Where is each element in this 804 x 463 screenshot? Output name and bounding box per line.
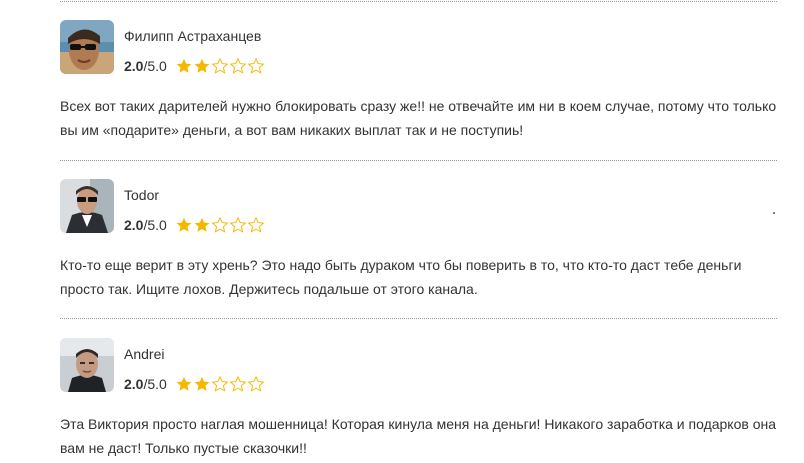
rating-score: 2.0 (124, 217, 144, 233)
rating-score: 2.0 (124, 376, 144, 392)
star-empty-icon (247, 57, 265, 74)
review-item: Todor 2.0 /5.0 Кто-то еще верит в эту хр… (60, 179, 790, 304)
review-rating: 2.0 /5.0 (124, 374, 265, 394)
avatar[interactable] (60, 338, 114, 392)
star-filled-icon (176, 217, 192, 232)
star-empty-icon (229, 216, 247, 233)
rating-max: /5.0 (143, 376, 167, 392)
review-item: Andrei 2.0 /5.0 Эта Виктория просто нагл… (60, 338, 790, 463)
review-rating: 2.0 /5.0 (124, 215, 265, 235)
review-item: Филипп Астраханцев 2.0 /5.0 Всех вот так… (60, 20, 790, 145)
star-filled-icon (194, 376, 210, 391)
star-rating (175, 375, 265, 393)
review-divider (60, 318, 777, 319)
star-empty-icon (247, 375, 265, 392)
avatar[interactable] (60, 179, 114, 233)
star-empty-icon (211, 375, 229, 392)
star-empty-icon (229, 57, 247, 74)
star-filled-icon (176, 58, 192, 73)
rating-score: 2.0 (124, 58, 144, 74)
review-author: Todor (124, 187, 160, 203)
star-rating (175, 57, 265, 75)
star-empty-icon (247, 216, 265, 233)
avatar[interactable] (60, 20, 114, 74)
review-rating: 2.0 /5.0 (124, 56, 265, 76)
star-filled-icon (194, 217, 210, 232)
review-text: Всех вот таких дарителей нужно блокирова… (60, 98, 777, 138)
review-divider (60, 1, 777, 2)
rating-max: /5.0 (143, 58, 167, 74)
review-divider (60, 160, 777, 161)
review-author: Филипп Астраханцев (124, 28, 262, 44)
star-empty-icon (229, 375, 247, 392)
star-empty-icon (211, 216, 229, 233)
review-author: Andrei (124, 346, 165, 362)
star-empty-icon (211, 57, 229, 74)
review-text: Кто-то еще верит в эту хрень? Это надо б… (60, 257, 742, 297)
star-filled-icon (194, 58, 210, 73)
review-text: Эта Виктория просто наглая мошенница! Ко… (60, 416, 777, 456)
stray-dot (773, 212, 775, 214)
star-filled-icon (176, 376, 192, 391)
rating-max: /5.0 (143, 217, 167, 233)
star-rating (175, 216, 265, 234)
